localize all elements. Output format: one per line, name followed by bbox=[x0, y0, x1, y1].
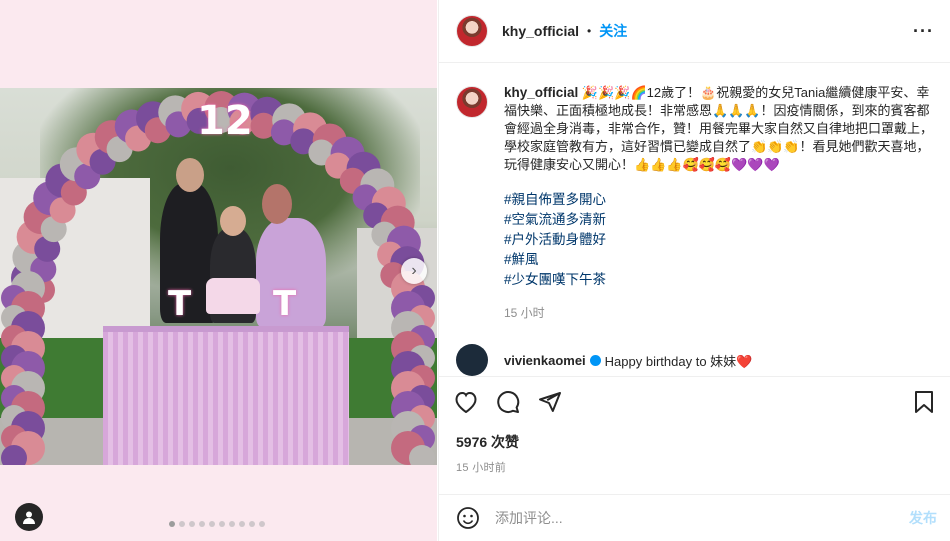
hashtag-list: #親自佈置多開心 #空氣流通多清新 #户外活動身體好 #鮮風 #少女團嘆下午茶 bbox=[504, 190, 935, 290]
like-count[interactable]: 5976 次赞 bbox=[456, 432, 519, 452]
comment-item: vivienkaomei Happy birthday to 妹妹❤️ bbox=[456, 344, 935, 376]
carousel-dot bbox=[259, 521, 265, 527]
caption-time: 15 小时 bbox=[504, 306, 545, 320]
hashtag-link[interactable]: #户外活動身體好 bbox=[504, 230, 935, 250]
carousel-dot bbox=[209, 521, 215, 527]
comment-username[interactable]: vivienkaomei bbox=[504, 353, 586, 368]
dessert-table bbox=[103, 326, 349, 465]
post-header: khy_official • 关注 ··· bbox=[439, 0, 950, 63]
avatar[interactable] bbox=[456, 15, 488, 47]
emoji-icon[interactable] bbox=[455, 505, 481, 531]
carousel-dot bbox=[229, 521, 235, 527]
more-icon[interactable]: ··· bbox=[913, 21, 934, 42]
carousel-dot bbox=[179, 521, 185, 527]
carousel-dot bbox=[169, 521, 175, 527]
comment-text: Happy birthday to 妹妹❤️ bbox=[604, 353, 753, 369]
username[interactable]: khy_official bbox=[502, 23, 579, 39]
balloon-number: 12 bbox=[197, 98, 253, 144]
post-media: 12 T T › bbox=[0, 0, 437, 541]
carousel-dot bbox=[189, 521, 195, 527]
share-icon[interactable] bbox=[537, 389, 563, 415]
user-tag-icon[interactable] bbox=[15, 503, 43, 531]
carousel-dot bbox=[239, 521, 245, 527]
hashtag-link[interactable]: #少女團嘆下午茶 bbox=[504, 270, 935, 290]
caption: khy_official 🎉🎉🎉🌈12歲了！🎂祝親愛的女兒Tania繼續健康平安… bbox=[456, 84, 935, 322]
post-timestamp[interactable]: 15 小时前 bbox=[456, 459, 506, 475]
avatar[interactable] bbox=[456, 344, 488, 376]
comment-icon[interactable] bbox=[495, 389, 521, 415]
heart-icon[interactable] bbox=[453, 389, 479, 415]
hashtag-link[interactable]: #親自佈置多開心 bbox=[504, 190, 935, 210]
verified-icon bbox=[589, 354, 601, 366]
caption-username[interactable]: khy_official bbox=[504, 85, 578, 100]
hashtag-link[interactable]: #鮮風 bbox=[504, 250, 935, 270]
post-panel: khy_official • 关注 ··· khy_official 🎉🎉🎉🌈1… bbox=[438, 0, 950, 541]
carousel-indicator bbox=[169, 521, 265, 527]
add-comment-bar: 发布 bbox=[439, 494, 950, 541]
birthday-cake bbox=[206, 278, 260, 314]
carousel-dot bbox=[199, 521, 205, 527]
marquee-letter-left: T bbox=[168, 284, 192, 324]
comment-input[interactable] bbox=[495, 510, 909, 526]
next-icon[interactable]: › bbox=[401, 258, 427, 284]
bookmark-icon[interactable] bbox=[911, 389, 937, 415]
action-bar bbox=[439, 376, 950, 426]
separator-dot: • bbox=[587, 24, 592, 38]
hashtag-link[interactable]: #空氣流通多清新 bbox=[504, 210, 935, 230]
comments-area[interactable]: khy_official 🎉🎉🎉🌈12歲了！🎂祝親愛的女兒Tania繼續健康平安… bbox=[439, 64, 950, 376]
carousel-dot bbox=[219, 521, 225, 527]
post-photo[interactable]: 12 T T bbox=[0, 88, 437, 465]
caption-avatar[interactable] bbox=[456, 86, 488, 118]
marquee-letter-right: T bbox=[273, 284, 297, 324]
post-comment-button[interactable]: 发布 bbox=[909, 508, 937, 528]
follow-button[interactable]: 关注 bbox=[599, 21, 627, 41]
carousel-dot bbox=[249, 521, 255, 527]
